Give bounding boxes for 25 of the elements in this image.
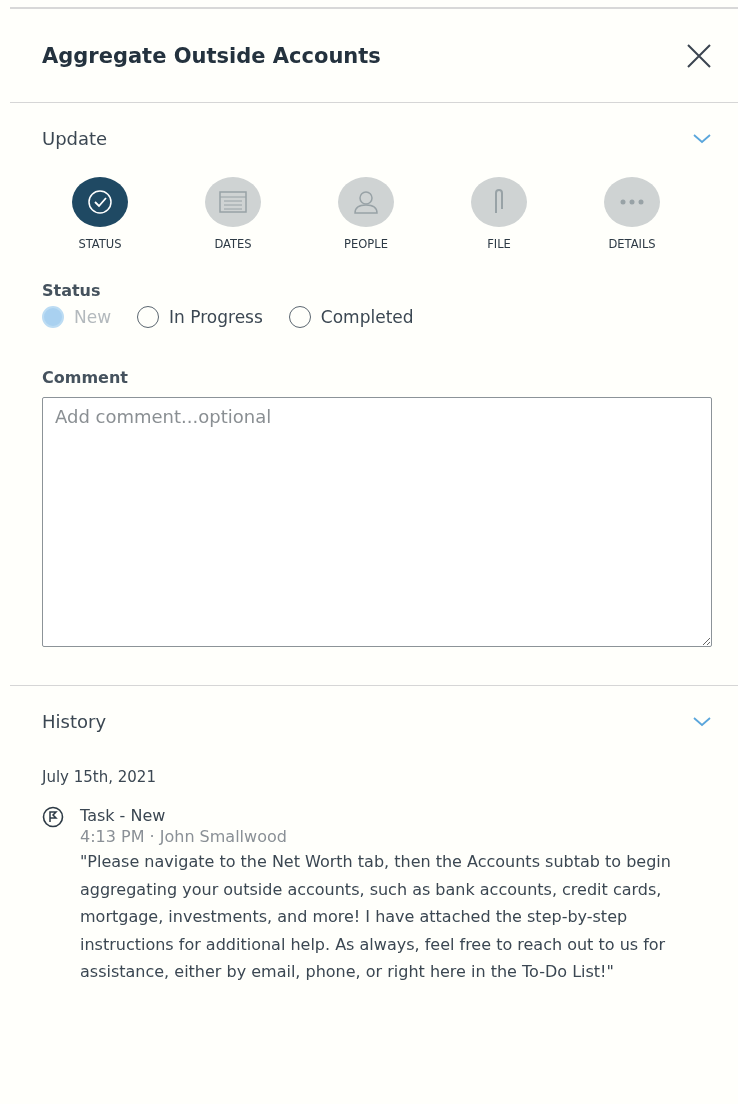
comment-field[interactable]: Add comment...optional xyxy=(42,397,712,647)
panel-title: Aggregate Outside Accounts xyxy=(42,43,381,68)
chevron-icon[interactable] xyxy=(692,714,712,728)
section-title: Update xyxy=(42,127,108,149)
calendar-icon xyxy=(219,190,247,214)
entry-meta: 4:13 PM · John Smallwood xyxy=(80,827,288,846)
action-tab[interactable]: FILE xyxy=(449,177,549,251)
history-date: July 15th, 2021 xyxy=(42,768,157,786)
check-icon xyxy=(87,189,113,215)
chevron-icon[interactable] xyxy=(692,131,712,145)
action-tab[interactable]: STATUS xyxy=(50,177,150,251)
person-icon xyxy=(353,189,379,215)
entry-title: Task - New xyxy=(80,806,167,825)
action-tab[interactable]: DETAILS xyxy=(582,177,682,251)
field-label: Comment xyxy=(42,368,129,387)
field-label: Status xyxy=(42,281,102,300)
action-tab[interactable]: PEOPLE xyxy=(316,177,416,251)
status-radio[interactable]: Completed xyxy=(288,306,414,328)
entry-comment: "Please navigate to the Net Worth tab, then the Accounts subtab to begin aggregating your outside accounts, such as bank accounts, credit cards, mortgage, investments, and more! I have attached the step-by-step instructions for additional help. As always, feel free to reach out to us for assistance, either by email, phone, or right here in the To-Do List!" xyxy=(80,851,672,983)
paperclip-icon xyxy=(492,189,506,215)
section-title: History xyxy=(42,710,107,732)
action-tab[interactable]: DATES xyxy=(183,177,283,251)
flag-circle-icon xyxy=(42,806,64,828)
more-icon xyxy=(620,199,644,205)
status-radio[interactable]: In Progress xyxy=(137,306,263,328)
